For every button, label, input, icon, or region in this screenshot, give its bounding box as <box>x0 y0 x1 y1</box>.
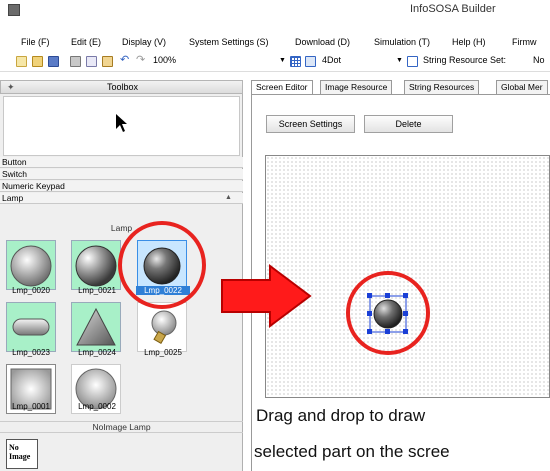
lamp-tile-0024[interactable] <box>71 302 121 352</box>
app-icon <box>8 4 20 16</box>
lamp-0021-icon <box>75 245 117 287</box>
new-icon[interactable] <box>16 56 27 67</box>
paste-icon[interactable] <box>102 56 113 67</box>
lamp-0022-icon <box>143 247 181 285</box>
menu-edit[interactable]: Edit (E) <box>71 37 101 47</box>
lamp-tile-0022[interactable] <box>137 240 187 290</box>
zoom-value[interactable]: 100% <box>153 55 176 69</box>
string-resource-label: String Resource Set: <box>423 55 507 65</box>
category-switch[interactable]: Switch <box>0 169 243 180</box>
lamp-label: Lmp_0020 <box>12 286 50 295</box>
screen-canvas[interactable] <box>265 155 550 398</box>
category-numeric-keypad[interactable]: Numeric Keypad <box>0 181 243 192</box>
lamp-tile-0021[interactable] <box>71 240 121 290</box>
dropdown-arrow-icon[interactable]: ▼ <box>396 57 403 71</box>
lamp-label: Lmp_0023 <box>12 348 50 357</box>
toolbox-title: Toolbox <box>106 82 139 92</box>
tab-global-memory[interactable]: Global Mer <box>496 80 548 94</box>
instruction-line-2: selected part on the scree <box>254 442 450 461</box>
lamp-tile-0025[interactable] <box>137 302 187 352</box>
noimage-lamp-tile[interactable]: No Image <box>6 439 38 469</box>
lamp-tile-0023[interactable] <box>6 302 56 352</box>
editor-tabs: Screen Editor Image Resource String Reso… <box>251 80 550 94</box>
menu-firmware[interactable]: Firmw <box>512 37 537 47</box>
copy-icon[interactable] <box>86 56 97 67</box>
toolbar: ↶ ↷ 100% ▼ 4Dot ▼ String Resource Set: N… <box>0 52 550 72</box>
dropdown-arrow-icon[interactable]: ▼ <box>279 57 286 71</box>
string-resource-value[interactable]: No <box>533 55 545 69</box>
lamp-label: Lmp_0024 <box>78 348 116 357</box>
lamp-label: Lmp_0002 <box>78 402 116 411</box>
snap-grid-icon[interactable] <box>305 56 316 67</box>
lamp-subheader: Lamp <box>110 223 133 233</box>
collapse-arrow-icon[interactable]: ▲ <box>225 194 232 201</box>
undo-icon[interactable]: ↶ <box>120 53 129 67</box>
lamp-0023-icon <box>12 318 50 336</box>
menu-download[interactable]: Download (D) <box>295 37 350 47</box>
delete-button[interactable]: Delete <box>364 115 453 133</box>
string-resource-icon[interactable] <box>407 56 418 67</box>
window-title: InfoSOSA Builder <box>410 3 496 15</box>
menu-help[interactable]: Help (H) <box>452 37 486 47</box>
noimage-subheader: NoImage Lamp <box>0 421 243 433</box>
pointer-arrow-icon <box>116 114 127 132</box>
category-lamp[interactable]: Lamp <box>0 193 243 204</box>
toolbox-panel: ✦ Toolbox Button Switch Numeric Keypad L… <box>0 80 243 471</box>
pointer-tool[interactable] <box>3 96 240 156</box>
instruction-line-1: Drag and drop to draw <box>256 406 426 425</box>
lamp-0024-icon <box>76 307 116 346</box>
tab-image-resource[interactable]: Image Resource <box>320 80 393 94</box>
grid-setting[interactable]: 4Dot <box>322 55 341 69</box>
menu-display[interactable]: Display (V) <box>122 37 166 47</box>
lamp-0020-icon <box>10 245 52 287</box>
grid-icon[interactable] <box>290 56 301 67</box>
menu-file[interactable]: File (F) <box>21 37 50 47</box>
lamp-label: Lmp_0001 <box>12 402 50 411</box>
toolbox-header: ✦ Toolbox <box>0 80 243 94</box>
lamp-label: Lmp_0021 <box>78 286 116 295</box>
cut-icon[interactable] <box>70 56 81 67</box>
tab-screen-editor[interactable]: Screen Editor <box>251 80 313 94</box>
title-bar: InfoSOSA Builder <box>0 0 550 34</box>
lamp-label: Lmp_0022 <box>136 286 190 295</box>
menu-bar: File (F) Edit (E) Display (V) System Set… <box>0 34 550 52</box>
save-icon[interactable] <box>48 56 59 67</box>
lamp-tile-0020[interactable] <box>6 240 56 290</box>
redo-icon[interactable]: ↷ <box>136 53 145 67</box>
lamp-0025-icon <box>151 310 177 345</box>
menu-system-settings[interactable]: System Settings (S) <box>189 37 269 47</box>
category-button[interactable]: Button <box>0 157 243 168</box>
screen-settings-button[interactable]: Screen Settings <box>266 115 355 133</box>
open-folder-icon[interactable] <box>32 56 43 67</box>
tab-string-resources[interactable]: String Resources <box>404 80 480 94</box>
menu-simulation[interactable]: Simulation (T) <box>374 37 430 47</box>
lamp-label: Lmp_0025 <box>144 348 182 357</box>
